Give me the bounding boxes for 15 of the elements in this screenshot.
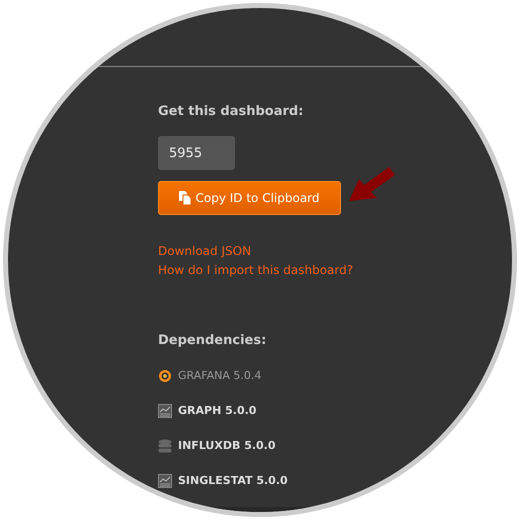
gear-logo-icon [158,368,172,382]
dependency-label: SINGLESTAT 5.0.0 [178,474,288,487]
dependency-label: INFLUXDB 5.0.0 [178,439,276,452]
copy-id-button[interactable]: Copy ID to Clipboard [158,181,341,215]
graph-panel-icon [158,404,172,418]
database-icon [158,438,172,452]
link[interactable]: How do I import this dashboard? [158,261,354,280]
dashboard-id-field[interactable]: 5955 [158,136,235,170]
copy-icon [179,191,192,205]
dependency-label: GRAPH 5.0.0 [178,404,256,417]
dependency-label: GRAFANA 5.0.4 [178,369,262,382]
graph-panel-icon [158,474,172,488]
section-heading: Dependencies: [158,333,266,348]
link[interactable]: Download JSON [158,242,354,261]
section-heading: Get this dashboard: [158,104,304,119]
